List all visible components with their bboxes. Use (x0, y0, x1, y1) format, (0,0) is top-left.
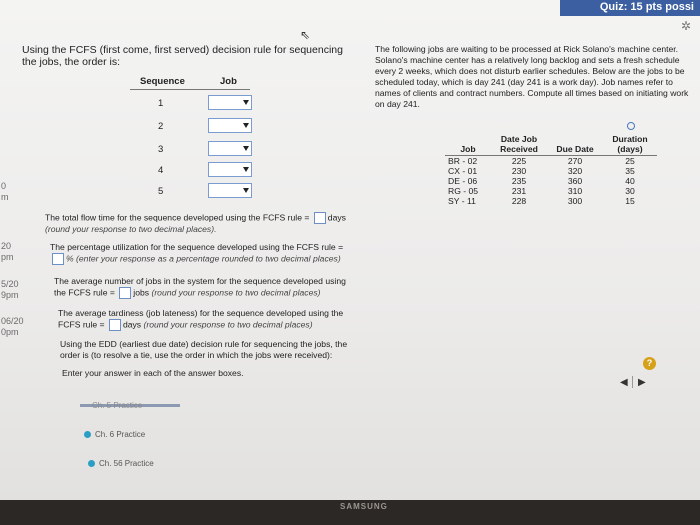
cell-job: DE - 06 (448, 176, 478, 186)
cell-duration: 25 (625, 156, 635, 166)
q1-hint: (round your response to two decimal plac… (45, 224, 217, 234)
edd-text: Using the EDD (earliest due date) decisi… (60, 339, 348, 360)
cell-due: 270 (567, 156, 583, 166)
cell-job: SY - 11 (448, 196, 476, 206)
utilization-input[interactable] (52, 253, 64, 265)
q3-text: The average number of jobs in the system… (54, 276, 354, 299)
table-row: RG - 05 231 310 30 (445, 186, 657, 196)
sequence-row: 1 (130, 95, 260, 113)
cell-job: CX - 01 (448, 166, 478, 176)
left-label: 0pm (1, 327, 19, 337)
jobs-table: Job Date Job Received Due Date Duration … (445, 133, 657, 206)
chevron-down-icon (243, 167, 249, 172)
col-due-date: Due Date (547, 133, 603, 156)
practice-link-ch6[interactable]: Ch. 6 Practice (84, 430, 145, 439)
table-header-row: Job Date Job Received Due Date Duration … (445, 133, 657, 156)
q2-text: The percentage utilization for the seque… (50, 242, 350, 265)
cell-received: 235 (511, 176, 527, 186)
table-row: BR - 02 225 270 25 (445, 156, 657, 167)
q2-label: The percentage utilization for the seque… (50, 242, 344, 252)
table-row: SY - 11 228 300 15 (445, 196, 657, 206)
q1-unit: days (327, 212, 346, 223)
monitor-brand: SAMSUNG (340, 502, 388, 511)
job-select-1[interactable] (208, 95, 252, 110)
info-text: The following jobs are waiting to be pro… (375, 44, 689, 109)
job-header: Job (220, 76, 237, 87)
practice-label: Ch. 6 Practice (95, 430, 146, 439)
quiz-header: Quiz: 15 pts possi (560, 0, 700, 16)
avg-tardiness-input[interactable] (108, 319, 121, 331)
cell-duration: 40 (625, 176, 635, 186)
next-button[interactable]: ▶ (638, 377, 646, 388)
chevron-down-icon (243, 188, 249, 193)
practice-link-ch5[interactable]: Ch. 5 Practice (92, 401, 142, 410)
help-icon[interactable]: ? (643, 357, 656, 370)
cell-due: 320 (567, 166, 583, 176)
practice-label: Ch. 56 Practice (99, 459, 154, 468)
cell-job: BR - 02 (448, 156, 478, 166)
sequence-number: 4 (158, 165, 164, 176)
job-select-3[interactable] (208, 141, 252, 156)
question-panel: Using the FCFS (first come, first served… (22, 44, 352, 68)
q1-label: The total flow time for the sequence dev… (45, 212, 312, 223)
cell-duration: 35 (625, 166, 635, 176)
bullet-icon (84, 431, 91, 439)
q4-hint: (round your response to two decimal plac… (143, 319, 313, 330)
left-label: m (1, 192, 9, 202)
practice-link-ch56[interactable]: Ch. 56 Practice (88, 459, 154, 468)
job-select-5[interactable] (208, 183, 252, 198)
cell-received: 225 (511, 156, 527, 166)
info-panel: The following jobs are waiting to be pro… (375, 44, 695, 110)
cell-received: 228 (511, 196, 527, 206)
chevron-down-icon (243, 146, 249, 151)
enter-answer-text: Enter your answer in each of the answer … (62, 368, 244, 378)
cell-due: 310 (567, 186, 583, 196)
q1-text: The total flow time for the sequence dev… (45, 212, 365, 235)
gear-icon[interactable]: ✲ (681, 20, 693, 32)
bullet-icon (88, 460, 95, 468)
cell-due: 300 (567, 196, 583, 206)
cell-duration: 30 (625, 186, 635, 196)
cell-received: 230 (511, 166, 527, 176)
chevron-down-icon (243, 100, 249, 105)
sequence-header: Sequence (140, 76, 185, 87)
magnify-icon[interactable] (627, 122, 635, 130)
sequence-row: 2 (130, 118, 260, 136)
q4-text: The average tardiness (job lateness) for… (58, 308, 353, 331)
col-job: Job (445, 133, 491, 156)
chevron-down-icon (243, 123, 249, 128)
q4-unit: days (122, 319, 142, 330)
q2-unit: % (enter your response as a percentage r… (66, 253, 341, 264)
table-row: DE - 06 235 360 40 (445, 176, 657, 186)
nav-divider (632, 376, 633, 388)
left-sidebar-labels: 0 m 20 pm 5/20 9pm 06/20 0pm (0, 180, 24, 360)
q3-hint: (round your response to two decimal plac… (151, 287, 321, 298)
question-prompt: Using the FCFS (first come, first served… (22, 44, 343, 68)
sequence-row: 4 (130, 162, 260, 180)
sequence-row: 5 (130, 183, 260, 201)
col-date-received: Date Job Received (491, 133, 547, 156)
sequence-number: 3 (158, 144, 164, 155)
cell-due: 360 (567, 176, 583, 186)
total-flow-time-input[interactable] (313, 212, 326, 224)
sequence-row: 3 (130, 141, 260, 159)
avg-jobs-input[interactable] (119, 287, 132, 299)
browser-screen: Quiz: 15 pts possi ✲ ⇖ 0 m 20 pm 5/20 9p… (0, 0, 700, 500)
col-duration: Duration (days) (603, 133, 657, 156)
table-row: CX - 01 230 320 35 (445, 166, 657, 176)
prev-button[interactable]: ◀ (620, 377, 628, 388)
cell-received: 231 (511, 186, 527, 196)
job-select-2[interactable] (208, 118, 252, 133)
q3-unit: jobs (133, 287, 150, 298)
sequence-number: 2 (158, 121, 164, 132)
job-select-4[interactable] (208, 162, 252, 177)
left-label: 9pm (1, 290, 19, 300)
cell-job: RG - 05 (448, 186, 479, 196)
sequence-number: 1 (158, 98, 164, 109)
cell-duration: 15 (625, 196, 635, 206)
sequence-number: 5 (158, 186, 164, 197)
left-label: pm (1, 252, 14, 262)
mouse-cursor-icon: ⇖ (300, 28, 311, 42)
header-divider (130, 89, 250, 90)
